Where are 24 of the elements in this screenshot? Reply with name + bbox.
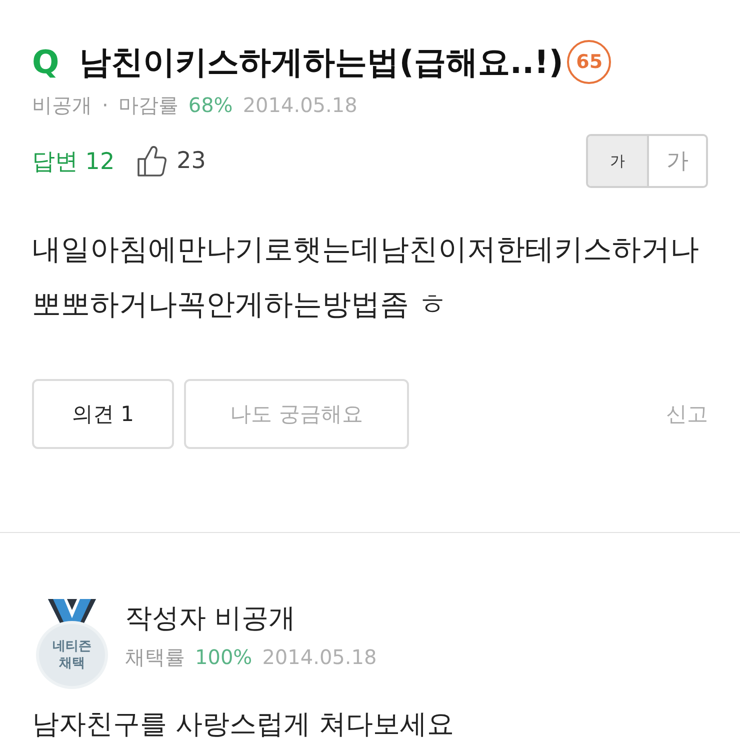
close-rate-label: 마감률 [118,92,178,118]
close-rate-value: 68% [188,93,233,117]
author-label: 비공개 [32,92,92,118]
date-label: 2014.05.18 [262,645,377,669]
circled-number: 65 [567,40,612,84]
question-title: 남친이키스하게하는법(급해요..!) [79,42,564,83]
report-link[interactable]: 신고 [666,400,708,428]
adopt-rate-value: 100% [195,645,252,669]
medal-ribbon-icon [48,599,96,623]
question-body: 내일아침에만나기로햇는데남친이저한테키스하거나뽀뽀하거나꼭안게하는방법좀 ㅎ [32,231,700,323]
author-name: 작성자 비공개 [125,602,297,636]
answer-count[interactable]: 답변 12 [32,146,115,176]
q-mark: Q [32,42,60,83]
thumbs-up-icon[interactable] [136,145,167,177]
comment-button[interactable]: 의견 1 [32,379,174,449]
font-size-button[interactable]: 가 [588,136,647,186]
date-label: 2014.05.18 [242,93,358,117]
adopt-rate-label: 채택률 [125,644,185,670]
separator-dot: · [102,93,108,117]
curious-button[interactable]: 나도 궁금해요 [184,379,409,449]
answer-body: 남자친구를 사랑스럽게 쳐다보세요 [32,709,456,741]
font-size-button[interactable]: 가 [647,136,706,186]
like-count: 23 [176,148,206,174]
award-medal: 네티즌 채택 [36,621,108,689]
